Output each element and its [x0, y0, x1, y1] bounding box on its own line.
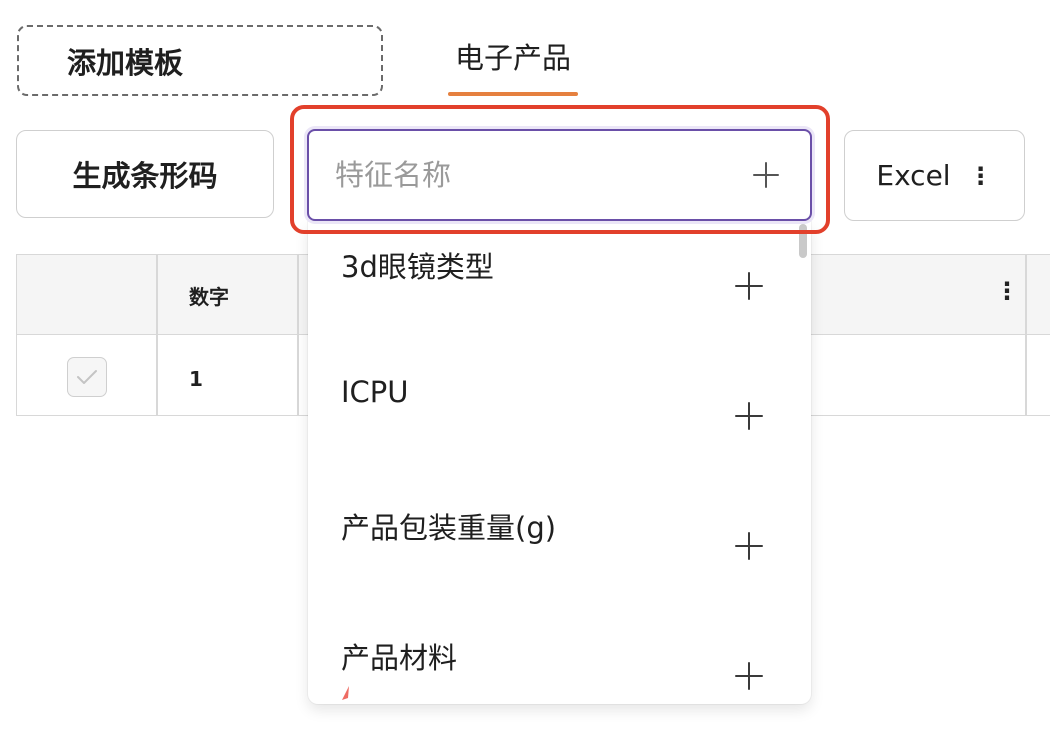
plus-icon[interactable] — [733, 400, 765, 432]
feature-dropdown: 3d眼镜类型 ICPU 产品包装重量(g) 产品材料 — [308, 222, 811, 704]
column-divider — [1025, 255, 1027, 415]
add-template-button[interactable]: 添加模板 — [17, 25, 383, 96]
row-checkbox[interactable] — [67, 357, 107, 397]
plus-icon[interactable] — [733, 660, 765, 692]
feature-option[interactable]: 3d眼镜类型 — [308, 222, 811, 352]
column-divider — [156, 255, 158, 415]
excel-button[interactable]: Excel ⋮ — [844, 130, 1025, 221]
check-icon — [77, 370, 97, 384]
active-tab-indicator — [448, 92, 578, 96]
excel-label: Excel — [876, 159, 951, 192]
generate-barcode-button[interactable]: 生成条形码 — [16, 130, 274, 218]
feature-option-label: 3d眼镜类型 — [341, 250, 494, 284]
tab-electronics-label: 电子产品 — [454, 41, 571, 75]
feature-option-label: ICPU — [341, 375, 409, 409]
column-divider — [297, 255, 299, 415]
generate-barcode-label: 生成条形码 — [72, 159, 218, 193]
cell-number: 1 — [189, 367, 203, 391]
plus-icon[interactable] — [733, 270, 765, 302]
feature-option[interactable]: 产品材料 — [308, 612, 811, 704]
highlight-frame — [290, 105, 830, 234]
feature-option-label: 产品材料 — [341, 641, 458, 675]
plus-icon[interactable] — [733, 530, 765, 562]
cursor-indicator-icon — [342, 686, 349, 700]
feature-option[interactable]: ICPU — [308, 352, 811, 482]
column-header-number: 数字 — [189, 285, 229, 309]
feature-option-label: 产品包装重量(g) — [341, 511, 557, 545]
tab-electronics[interactable]: 电子产品 — [448, 30, 578, 96]
column-menu-icon[interactable]: ⋮ — [995, 279, 1019, 303]
more-vertical-icon: ⋮ — [968, 161, 993, 190]
feature-option[interactable]: 产品包装重量(g) — [308, 482, 811, 612]
add-template-label: 添加模板 — [67, 45, 184, 80]
